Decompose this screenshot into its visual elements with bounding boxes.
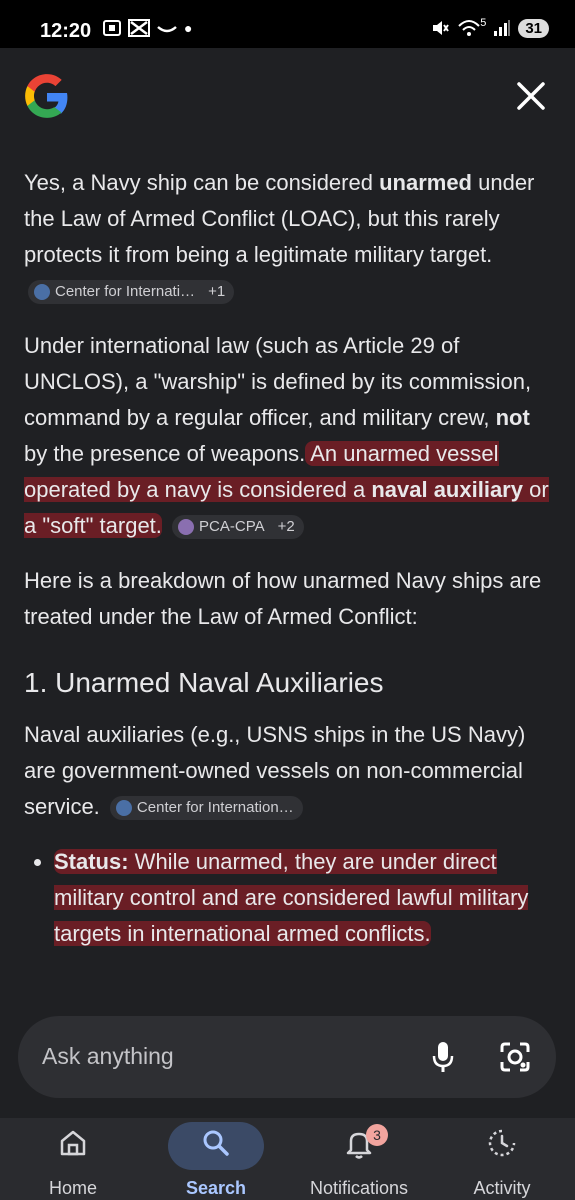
mute-icon — [433, 21, 450, 35]
nav-search[interactable]: Search — [151, 1118, 281, 1200]
status-time: 12:20 — [40, 20, 92, 42]
paragraph-text: Yes, a Navy ship can be considered — [24, 170, 380, 195]
ask-input-placeholder[interactable]: Ask anything — [42, 1043, 174, 1070]
bold-text: unarmed — [379, 170, 472, 195]
globe-icon — [115, 800, 132, 817]
wifi-icon — [458, 20, 480, 36]
nav-notifications-label: Notifications — [309, 1178, 409, 1198]
paragraph-2: Under international law (such as Article… — [24, 328, 552, 544]
microphone-icon[interactable] — [430, 1040, 456, 1074]
status-right-icons: 5 31 — [430, 17, 549, 38]
source-chip-count: +2 — [277, 518, 295, 536]
nav-home-label: Home — [48, 1178, 97, 1198]
camera-lens-icon[interactable] — [498, 1040, 532, 1074]
screenshot-icon — [103, 20, 121, 36]
nav-activity[interactable]: Activity — [437, 1118, 567, 1200]
home-icon — [60, 1130, 86, 1156]
google-g-logo — [25, 74, 68, 118]
ai-overview-content: Yes, a Navy ship can be considered unarm… — [24, 165, 552, 997]
amazon-icon — [157, 26, 177, 33]
signal-icon — [494, 20, 511, 36]
nav-home[interactable]: Home — [8, 1118, 138, 1200]
globe-icon — [34, 284, 50, 301]
dot-icon: ● — [184, 20, 193, 36]
ask-input-bar[interactable]: Ask anything — [18, 1016, 556, 1098]
paragraph-4: Naval auxiliaries (e.g., USNS ships in t… — [24, 717, 552, 825]
source-chip-label: Center for Internati… — [55, 283, 196, 301]
source-chip[interactable]: PCA-CPA +2 — [172, 515, 304, 540]
paragraph-text: Under international law (such as Article… — [24, 333, 532, 430]
source-chip-label: Center for Internation… — [136, 799, 294, 817]
paragraph-1: Yes, a Navy ship can be considered unarm… — [24, 165, 552, 309]
status-bar: 12:20 ● 5 31 — [0, 0, 575, 48]
list-item: Status: While unarmed, they are under di… — [54, 844, 552, 952]
app-header — [0, 48, 575, 148]
source-chip[interactable]: Center for Internation… — [109, 796, 303, 821]
bullet-list: Status: While unarmed, they are under di… — [24, 844, 552, 952]
content-fade — [0, 965, 575, 1005]
bottom-navigation: Home Search 3 Notifications Activity — [0, 1118, 575, 1200]
section-heading: 1. Unarmed Naval Auxiliaries — [24, 667, 384, 698]
source-chip[interactable]: Center for Internati… +1 — [28, 280, 235, 305]
notification-badge: 3 — [366, 1124, 388, 1146]
nav-notifications[interactable]: 3 Notifications — [294, 1118, 424, 1200]
source-chip-count: +1 — [208, 283, 226, 301]
capcut-icon — [128, 19, 150, 37]
search-icon — [203, 1130, 229, 1156]
close-icon[interactable] — [513, 78, 549, 114]
highlighted-text: Status: While unarmed, they are under di… — [54, 849, 529, 946]
pca-logo-icon — [178, 519, 195, 536]
bold-text: not — [495, 405, 530, 430]
battery-indicator: 31 — [518, 18, 549, 38]
nav-search-label: Search — [185, 1178, 247, 1198]
nav-activity-label: Activity — [473, 1178, 531, 1198]
activity-icon — [488, 1129, 516, 1157]
signal-5g-label: 5 — [480, 17, 487, 29]
bullet-label: Status: — [54, 849, 129, 874]
paragraph-text: by the presence of weapons. — [24, 441, 306, 466]
paragraph-3: Here is a breakdown of how unarmed Navy … — [24, 568, 542, 629]
bold-text: naval auxiliary — [371, 477, 523, 502]
source-chip-label: PCA-CPA — [199, 518, 265, 536]
status-left-icons: ● — [102, 19, 192, 37]
